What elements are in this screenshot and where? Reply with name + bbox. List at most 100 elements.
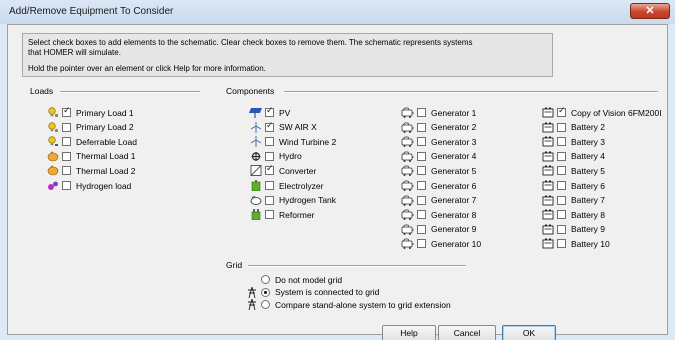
grid-option-radio[interactable]: [261, 275, 270, 284]
battery-battery-8-row[interactable]: Battery 8: [541, 209, 605, 220]
load-primary-load-2-row[interactable]: Primary Load 2: [46, 121, 134, 133]
battery-battery-3-checkbox[interactable]: [557, 137, 566, 147]
battery-battery-7-checkbox[interactable]: [557, 195, 566, 205]
converter-icon: [249, 165, 263, 177]
load-thermal-load-1-row[interactable]: Thermal Load 1: [46, 151, 136, 162]
load-thermal-load-1-checkbox[interactable]: [62, 151, 71, 161]
battery-battery-6-row[interactable]: Battery 6: [541, 180, 605, 191]
pv-panel-icon: [249, 107, 263, 118]
grid-option-compare-stand-alone-system-to-grid-extension[interactable]: Compare stand-alone system to grid exten…: [246, 299, 451, 310]
battery-icon: [541, 195, 555, 206]
window-title: Add/Remove Equipment To Consider: [9, 6, 174, 17]
generator-generator-5-checkbox[interactable]: [417, 166, 426, 176]
load-deferrable-load-row[interactable]: Deferrable Load: [46, 136, 137, 147]
cancel-button[interactable]: Cancel: [438, 325, 496, 340]
component-wind-turbine-2-label: Wind Turbine 2: [279, 136, 337, 147]
generator-generator-8-row[interactable]: Generator 8: [401, 209, 476, 221]
component-hydrogen-tank-label: Hydrogen Tank: [279, 195, 337, 206]
load-primary-load-1-row[interactable]: Primary Load 1: [46, 106, 134, 118]
grid-option-system-is-connected-to-grid[interactable]: System is connected to grid: [246, 286, 380, 298]
battery-battery-5-checkbox[interactable]: [557, 166, 566, 176]
generator-generator-8-checkbox[interactable]: [417, 210, 426, 220]
load-primary-load-1-checkbox[interactable]: [62, 106, 71, 117]
grid-group-divider: [248, 265, 466, 267]
hydro-icon: [249, 151, 263, 162]
load-thermal-load-2-row[interactable]: Thermal Load 2: [46, 165, 136, 176]
generator-generator-10-checkbox[interactable]: [417, 239, 426, 249]
generator-generator-7-row[interactable]: Generator 7: [401, 195, 476, 206]
battery-battery-3-row[interactable]: Battery 3: [541, 136, 605, 147]
generator-icon: [401, 136, 415, 148]
battery-battery-4-checkbox[interactable]: [557, 151, 566, 161]
component-wind-turbine-2-checkbox[interactable]: [265, 137, 274, 147]
battery-battery-4-row[interactable]: Battery 4: [541, 151, 605, 162]
component-pv-checkbox[interactable]: [265, 106, 274, 117]
ok-button[interactable]: OK: [502, 325, 556, 340]
load-deferrable-load-checkbox[interactable]: [62, 137, 71, 147]
component-converter-checkbox[interactable]: [265, 164, 274, 176]
info-text-line-3: Hold the pointer over an element or clic…: [28, 64, 266, 73]
generator-generator-3-checkbox[interactable]: [417, 137, 426, 147]
grid-option-label: Do not model grid: [275, 274, 343, 285]
grid-option-radio[interactable]: [261, 300, 270, 309]
grid-option-do-not-model-grid[interactable]: Do not model grid: [246, 274, 342, 285]
generator-generator-7-checkbox[interactable]: [417, 195, 426, 205]
component-hydrogen-tank-row[interactable]: Hydrogen Tank: [249, 195, 336, 206]
generator-generator-2-row[interactable]: Generator 2: [401, 122, 476, 133]
component-sw-air-x-label: SW AIR X: [279, 122, 317, 133]
generator-generator-6-checkbox[interactable]: [417, 181, 426, 190]
generator-icon: [401, 165, 415, 177]
generator-generator-6-row[interactable]: Generator 6: [401, 180, 476, 191]
generator-generator-4-checkbox[interactable]: [417, 151, 426, 161]
component-wind-turbine-2-row[interactable]: Wind Turbine 2: [249, 136, 337, 148]
generator-icon: [401, 238, 415, 250]
grid-tower-icon: [246, 299, 258, 310]
generator-generator-1-row[interactable]: Generator 1: [401, 107, 476, 118]
load-primary-load-2-label: Primary Load 2: [76, 122, 134, 133]
load-primary-load-2-checkbox[interactable]: [62, 122, 71, 132]
battery-copy-of-vision-6fm200i-row[interactable]: Copy of Vision 6FM200I: [541, 106, 662, 118]
battery-battery-8-checkbox[interactable]: [557, 210, 566, 220]
component-pv-row[interactable]: PV: [249, 106, 290, 118]
generator-generator-10-row[interactable]: Generator 10: [401, 238, 481, 250]
battery-battery-10-checkbox[interactable]: [557, 239, 566, 249]
battery-battery-10-row[interactable]: Battery 10: [541, 238, 610, 249]
title-bar[interactable]: Add/Remove Equipment To Consider ✕: [0, 0, 675, 24]
close-button[interactable]: ✕: [630, 3, 670, 19]
thermal-load-icon: [46, 151, 60, 162]
grid-option-label: System is connected to grid: [275, 287, 380, 297]
component-electrolyzer-row[interactable]: Electrolyzer: [249, 180, 323, 191]
component-hydro-row[interactable]: Hydro: [249, 151, 302, 162]
help-button[interactable]: Help: [382, 325, 436, 340]
battery-battery-2-row[interactable]: Battery 2: [541, 122, 605, 133]
generator-generator-9-checkbox[interactable]: [417, 224, 426, 234]
generator-generator-1-checkbox[interactable]: [417, 108, 426, 117]
component-electrolyzer-checkbox[interactable]: [265, 181, 274, 190]
component-converter-label: Converter: [279, 165, 317, 176]
battery-battery-6-checkbox[interactable]: [557, 181, 566, 190]
grid-option-radio[interactable]: [261, 287, 270, 297]
generator-generator-9-row[interactable]: Generator 9: [401, 224, 476, 235]
component-hydro-checkbox[interactable]: [265, 151, 274, 161]
battery-battery-9-row[interactable]: Battery 9: [541, 224, 605, 235]
component-reformer-checkbox[interactable]: [265, 210, 274, 220]
generator-generator-2-checkbox[interactable]: [417, 122, 426, 132]
component-hydrogen-tank-checkbox[interactable]: [265, 195, 274, 205]
generator-generator-4-label: Generator 4: [431, 151, 477, 162]
component-sw-air-x-row[interactable]: SW AIR X: [249, 121, 317, 133]
battery-battery-10-label: Battery 10: [571, 238, 610, 249]
battery-battery-5-row[interactable]: Battery 5: [541, 165, 605, 176]
component-sw-air-x-checkbox[interactable]: [265, 121, 274, 132]
generator-generator-3-row[interactable]: Generator 3: [401, 136, 476, 148]
generator-generator-5-row[interactable]: Generator 5: [401, 165, 476, 177]
component-converter-row[interactable]: Converter: [249, 164, 317, 177]
battery-copy-of-vision-6fm200i-checkbox[interactable]: [557, 106, 566, 117]
battery-battery-2-checkbox[interactable]: [557, 122, 566, 132]
component-reformer-row[interactable]: Reformer: [249, 209, 314, 221]
generator-generator-4-row[interactable]: Generator 4: [401, 151, 476, 162]
load-hydrogen-load-row[interactable]: Hydrogen load: [46, 180, 131, 191]
load-hydrogen-load-checkbox[interactable]: [62, 181, 71, 190]
battery-battery-7-row[interactable]: Battery 7: [541, 195, 605, 206]
load-thermal-load-2-checkbox[interactable]: [62, 166, 71, 176]
battery-battery-9-checkbox[interactable]: [557, 224, 566, 234]
